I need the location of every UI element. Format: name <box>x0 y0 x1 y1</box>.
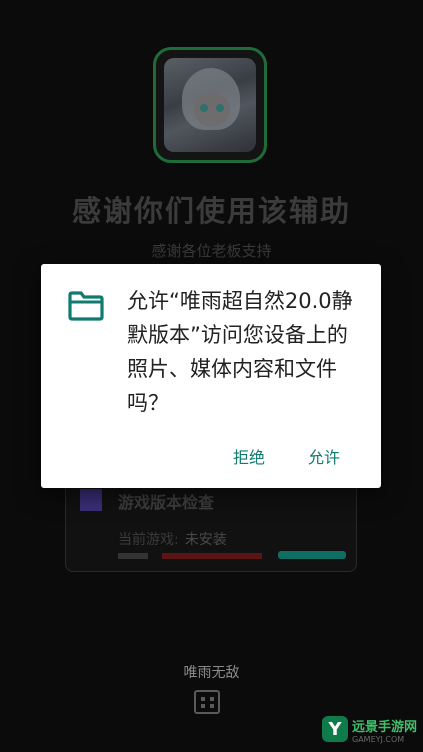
deny-button[interactable]: 拒绝 <box>227 440 271 472</box>
dialog-message: 允许“唯雨超自然20.0静默版本”访问您设备上的照片、媒体内容和文件吗？ <box>127 289 353 415</box>
card-action-button[interactable] <box>278 551 346 559</box>
footer-text: 唯雨无敌 <box>183 665 240 681</box>
page-subtitle: 感谢各位老板支持 <box>151 242 272 260</box>
card-partial-text <box>118 553 148 559</box>
folder-icon <box>68 291 104 321</box>
watermark-brand: 远景手游网 <box>352 720 418 735</box>
watermark-url: GAMEYJ.COM <box>352 735 405 744</box>
permission-dialog: 允许“唯雨超自然20.0静默版本”访问您设备上的照片、媒体内容和文件吗？ 拒绝 … <box>41 264 381 488</box>
avatar <box>153 47 267 163</box>
grid-icon[interactable] <box>194 690 220 714</box>
allow-button[interactable]: 允许 <box>302 440 346 472</box>
card-title: 游戏版本检查 <box>118 493 215 512</box>
card-status-text <box>162 553 262 559</box>
watermark-logo-icon: Y <box>322 716 348 742</box>
card-icon <box>80 489 102 511</box>
current-game-label: 当前游戏: <box>118 532 179 548</box>
watermark: Y 远景手游网 GAMEYJ.COM <box>322 712 422 750</box>
page-title: 感谢你们使用该辅助 <box>71 194 351 228</box>
current-game-row: 当前游戏: 未安装 <box>118 529 227 549</box>
avatar-image <box>164 58 256 152</box>
current-game-value: 未安装 <box>184 532 227 548</box>
